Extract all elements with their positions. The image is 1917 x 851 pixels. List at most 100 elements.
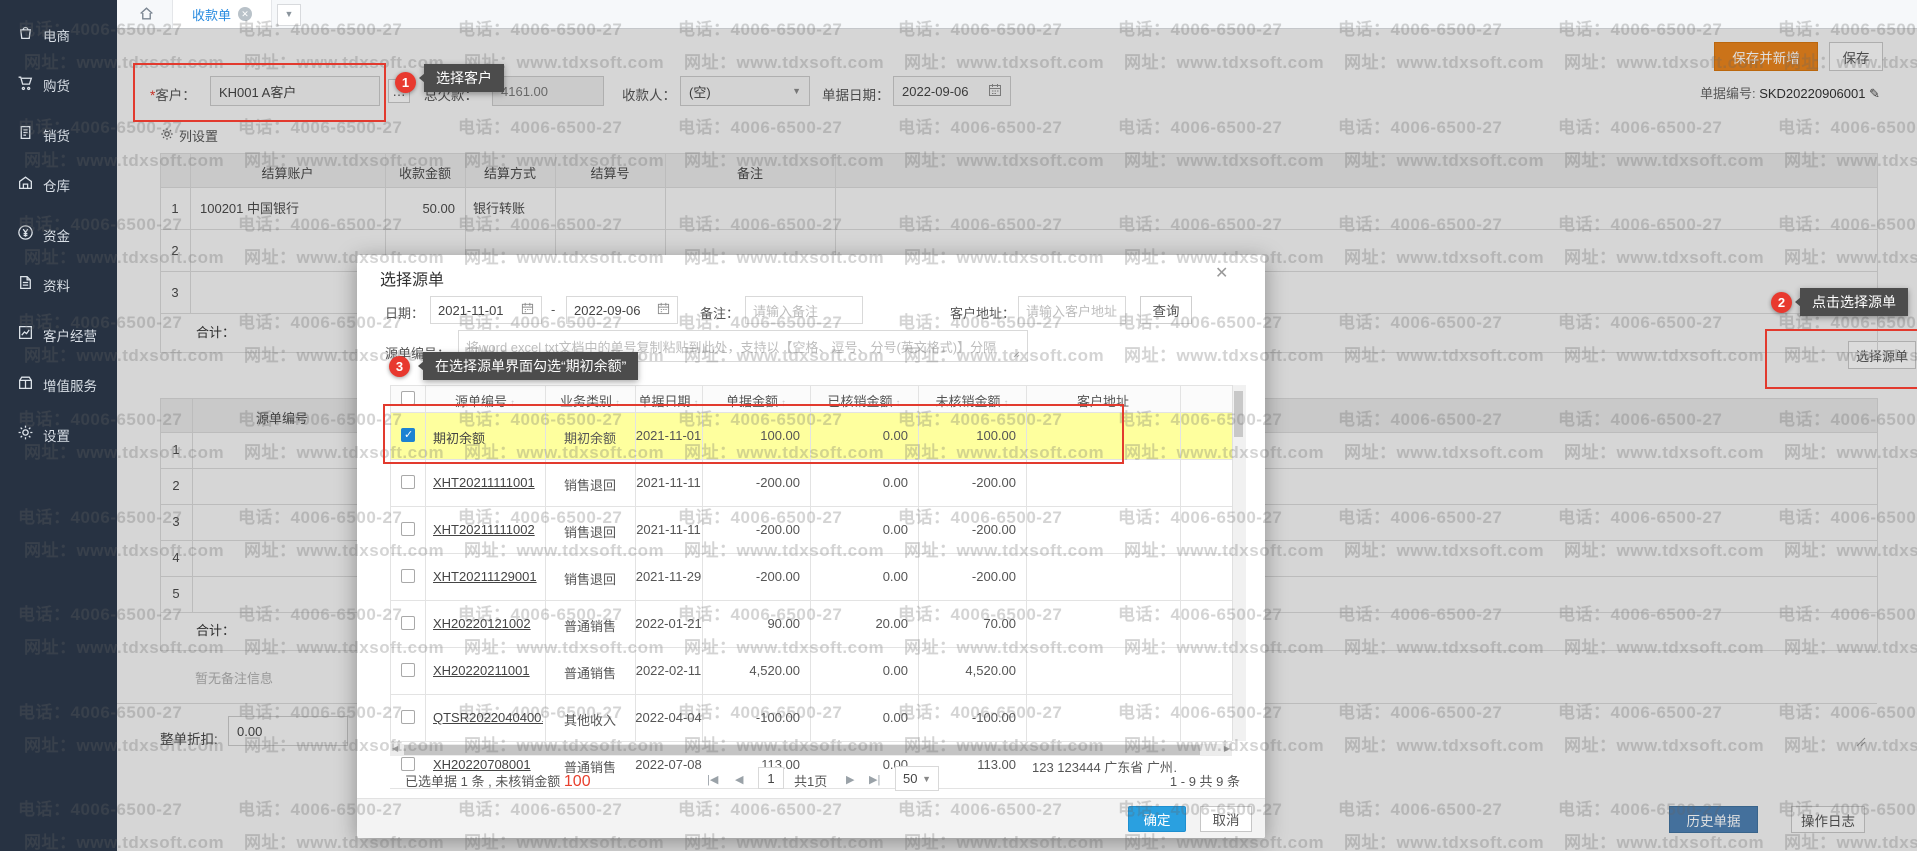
- tab-bar: 收款单 ✕ ▼: [117, 0, 1917, 29]
- page-number-input[interactable]: 1: [758, 767, 784, 789]
- cell-date: 2022-01-21: [635, 616, 702, 631]
- record-range: 1 - 9 共 9 条: [1097, 771, 1240, 790]
- sidebar-item-1[interactable]: 电商: [0, 10, 117, 60]
- services-icon: [17, 374, 34, 396]
- vertical-scrollbar[interactable]: [1232, 385, 1246, 741]
- cancel-button[interactable]: 取消: [1200, 806, 1252, 832]
- cell-amount: -100.00: [702, 710, 800, 725]
- prev-page-icon[interactable]: ◀: [735, 773, 743, 786]
- resize-handle-icon[interactable]: [1012, 346, 1020, 361]
- cell-amount: 90.00: [702, 616, 800, 631]
- sidebar-item-4[interactable]: 仓库: [0, 160, 117, 210]
- row-checkbox[interactable]: [401, 616, 415, 630]
- cell-written-off: 0.00: [810, 710, 908, 725]
- annotation-box-selected-row: [383, 404, 1124, 464]
- tab-close-icon[interactable]: ✕: [238, 7, 252, 21]
- selected-amount: 100: [564, 773, 591, 790]
- cell-date: 2021-11-11: [635, 522, 702, 537]
- row-checkbox[interactable]: [401, 710, 415, 724]
- app-screen: 电商购货销货仓库资金资料客户经营增值服务设置 收款单 ✕ ▼ *客户： KH00…: [0, 0, 1917, 851]
- filter-address-input[interactable]: 请输入客户地址: [1018, 296, 1126, 324]
- select-all-checkbox[interactable]: [401, 391, 415, 405]
- cell-doc-no[interactable]: XH20220708001: [433, 757, 543, 772]
- row-checkbox[interactable]: [401, 522, 415, 536]
- sidebar-item-3[interactable]: 销货: [0, 110, 117, 160]
- sidebar-item-label: 资金: [43, 225, 70, 245]
- sidebar-item-label: 设置: [43, 425, 70, 445]
- cell-biz-type: 销售退回: [545, 522, 635, 541]
- cell-biz-type: 其他收入: [545, 710, 635, 729]
- next-page-icon[interactable]: ▶: [846, 773, 854, 786]
- sidebar-item-6[interactable]: 资料: [0, 260, 117, 310]
- annotation-box-select-source: [1765, 329, 1917, 389]
- filter-date-from[interactable]: 2021-11-01: [430, 296, 542, 324]
- sidebar-item-9[interactable]: 设置: [0, 410, 117, 460]
- home-icon[interactable]: [138, 5, 155, 27]
- confirm-button[interactable]: 确定: [1128, 806, 1186, 832]
- filter-address-label: 客户地址：: [950, 303, 1015, 322]
- tab-receipt-doc[interactable]: 收款单 ✕: [172, 0, 272, 28]
- scroll-left-icon[interactable]: ◀: [392, 744, 398, 753]
- cell-biz-type: 普通销售: [545, 663, 635, 682]
- cell-remaining: -200.00: [918, 569, 1016, 584]
- calendar-icon[interactable]: [657, 302, 670, 318]
- sidebar-item-8[interactable]: 增值服务: [0, 360, 117, 410]
- cell-doc-no[interactable]: XHT20211111002: [433, 522, 543, 537]
- horizontal-scrollbar[interactable]: ◀ ▶: [390, 744, 1232, 756]
- sidebar: 电商购货销货仓库资金资料客户经营增值服务设置: [0, 0, 117, 851]
- close-icon[interactable]: ✕: [1215, 263, 1228, 283]
- cell-date: 2022-02-11: [635, 663, 702, 678]
- page-size-select[interactable]: 50▼: [895, 766, 939, 791]
- row-checkbox[interactable]: [401, 757, 415, 771]
- row-checkbox[interactable]: [401, 569, 415, 583]
- cell-amount: 113.00: [702, 757, 800, 772]
- sidebar-item-7[interactable]: 客户经营: [0, 310, 117, 360]
- cell-remaining: -200.00: [918, 522, 1016, 537]
- total-pages-label: 共1页: [794, 771, 827, 790]
- scrollbar-thumb[interactable]: [1234, 391, 1243, 437]
- last-page-icon[interactable]: ▶|: [869, 773, 880, 786]
- cell-biz-type: 销售退回: [545, 475, 635, 494]
- tab-label: 收款单: [192, 5, 231, 24]
- scroll-right-icon[interactable]: ▶: [1224, 744, 1230, 753]
- cell-remaining: 70.00: [918, 616, 1016, 631]
- cell-doc-no[interactable]: XH20220121002: [433, 616, 543, 631]
- customer-icon: [17, 324, 34, 346]
- sidebar-item-label: 电商: [43, 25, 70, 45]
- modal-title: 选择源单: [380, 266, 444, 290]
- row-checkbox[interactable]: [401, 663, 415, 677]
- sidebar-item-label: 增值服务: [43, 375, 97, 395]
- cell-written-off: 0.00: [810, 522, 908, 537]
- cell-doc-no[interactable]: XHT20211129001: [433, 569, 543, 584]
- cell-date: 2021-11-11: [635, 475, 702, 490]
- cell-biz-type: 普通销售: [545, 616, 635, 635]
- cell-amount: -200.00: [702, 569, 800, 584]
- calendar-icon[interactable]: [521, 302, 534, 318]
- cell-remaining: -100.00: [918, 710, 1016, 725]
- filter-date-to[interactable]: 2022-09-06: [566, 296, 678, 324]
- cell-doc-no[interactable]: XH20220211001: [433, 663, 543, 678]
- annotation-box-customer: [133, 63, 386, 122]
- tab-dropdown-caret-icon[interactable]: ▼: [277, 4, 301, 26]
- first-page-icon[interactable]: |◀: [707, 773, 718, 786]
- filter-date-label: 日期：: [385, 303, 424, 322]
- cart-icon: [17, 74, 34, 96]
- scrollbar-thumb[interactable]: [404, 745, 1200, 755]
- cell-written-off: 0.00: [810, 757, 908, 772]
- chevron-down-icon: ▼: [922, 774, 931, 784]
- filter-remark-label: 备注：: [700, 303, 739, 322]
- annotation-tip-1: 选择客户: [424, 64, 504, 92]
- sales-icon: [17, 124, 34, 146]
- search-button[interactable]: 查询: [1140, 296, 1192, 324]
- filter-remark-input[interactable]: 请输入备注: [745, 296, 863, 324]
- sidebar-item-5[interactable]: 资金: [0, 210, 117, 260]
- sidebar-item-label: 购货: [43, 75, 70, 95]
- cell-written-off: 0.00: [810, 569, 908, 584]
- select-source-modal: 选择源单 ✕ 日期： 2021-11-01 - 2022-09-06 备注： 请…: [357, 255, 1265, 838]
- cell-doc-no[interactable]: XHT20211111001: [433, 475, 543, 490]
- row-checkbox[interactable]: [401, 475, 415, 489]
- sidebar-item-2[interactable]: 购货: [0, 60, 117, 110]
- cell-doc-no[interactable]: QTSR20220404001: [433, 710, 543, 725]
- cell-biz-type: 销售退回: [545, 569, 635, 588]
- selection-summary: 已选单据 1 条 , 未核销金额 100: [405, 771, 591, 791]
